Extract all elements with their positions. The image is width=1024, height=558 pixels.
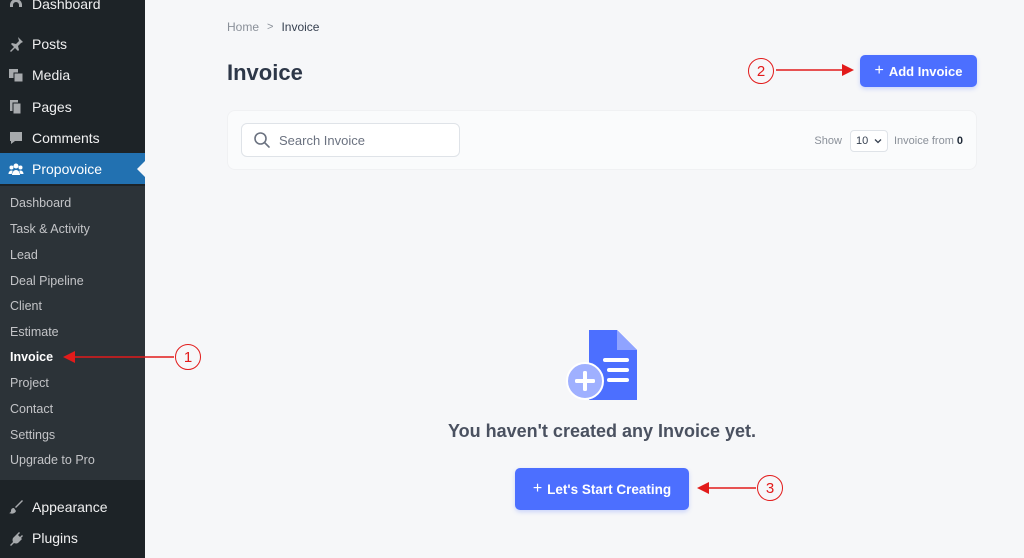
breadcrumb-separator: > <box>267 21 274 33</box>
filter-bar: Show 10 Invoice from 0 <box>227 110 977 170</box>
sidebar-item-label: Appearance <box>32 498 108 515</box>
search-icon <box>254 132 270 148</box>
search-box[interactable] <box>241 123 460 157</box>
dashboard-icon <box>7 0 25 13</box>
per-page-select[interactable]: 10 <box>849 130 888 152</box>
per-page-value: 10 <box>855 135 869 147</box>
breadcrumb: Home > Invoice <box>227 20 319 34</box>
sidebar-item-comments[interactable]: Comments <box>0 122 145 153</box>
empty-state-message: You haven't created any Invoice yet. <box>447 421 757 441</box>
submenu-item-upgrade[interactable]: Upgrade to Pro <box>10 451 95 469</box>
pages-icon <box>7 98 25 116</box>
submenu-item-contact[interactable]: Contact <box>10 400 53 418</box>
annotation-marker-1: 1 <box>175 344 201 370</box>
breadcrumb-current: Invoice <box>281 20 320 34</box>
submenu-item-dashboard[interactable]: Dashboard <box>10 194 71 212</box>
sidebar-item-label: Pages <box>32 98 72 115</box>
sidebar-item-label: Comments <box>32 129 100 146</box>
plugin-icon <box>7 529 25 547</box>
start-creating-label: Let's Start Creating <box>547 481 672 497</box>
sidebar-item-label: Plugins <box>32 529 78 546</box>
chevron-down-icon <box>874 139 882 144</box>
submenu-item-lead[interactable]: Lead <box>10 246 38 264</box>
add-invoice-label: Add Invoice <box>888 63 963 79</box>
brush-icon <box>7 498 25 516</box>
pagination-info: Show 10 Invoice from 0 <box>814 130 963 152</box>
sidebar-item-pages[interactable]: Pages <box>0 91 145 122</box>
plus-icon: + <box>532 480 543 497</box>
submenu-item-deal-pipeline[interactable]: Deal Pipeline <box>10 272 84 290</box>
sidebar-item-label: Propovoice <box>32 160 103 177</box>
submenu-item-settings[interactable]: Settings <box>10 426 55 444</box>
media-icon <box>7 66 25 84</box>
sidebar-item-appearance[interactable]: Appearance <box>0 491 145 522</box>
submenu-item-invoice[interactable]: Invoice <box>10 348 53 366</box>
pin-icon <box>7 35 25 53</box>
sidebar-item-plugins[interactable]: Plugins <box>0 522 145 553</box>
page-title: Invoice <box>227 60 303 85</box>
comment-icon <box>7 129 25 147</box>
search-input[interactable] <box>279 132 449 148</box>
groups-icon <box>7 160 25 178</box>
start-creating-button[interactable]: + Let's Start Creating <box>515 468 689 510</box>
sidebar-item-label: Dashboard <box>32 0 101 12</box>
breadcrumb-home[interactable]: Home <box>227 20 259 34</box>
add-invoice-button[interactable]: + Add Invoice <box>860 55 977 87</box>
active-menu-arrow <box>137 161 145 177</box>
invoice-from-label: Invoice from <box>893 135 954 147</box>
sidebar-item-posts[interactable]: Posts <box>0 28 145 59</box>
submenu-item-estimate[interactable]: Estimate <box>10 323 59 341</box>
sidebar-item-label: Posts <box>32 35 68 52</box>
annotation-marker-2: 2 <box>748 58 774 84</box>
plus-icon: + <box>874 62 884 79</box>
sidebar-item-dashboard[interactable]: Dashboard <box>0 0 145 19</box>
annotation-marker-3: 3 <box>757 475 783 501</box>
add-document-icon <box>566 330 637 400</box>
sidebar-item-label: Media <box>32 66 71 83</box>
show-label: Show <box>814 135 842 147</box>
sidebar-item-propovoice[interactable]: Propovoice <box>0 153 145 184</box>
submenu-item-client[interactable]: Client <box>10 297 42 315</box>
admin-sidebar: Dashboard Posts Media Pages Comments Pro… <box>0 0 145 558</box>
propovoice-submenu: Dashboard Task & Activity Lead Deal Pipe… <box>0 186 145 480</box>
sidebar-item-media[interactable]: Media <box>0 59 145 90</box>
submenu-item-project[interactable]: Project <box>10 374 49 392</box>
invoice-total-count: 0 <box>956 135 963 147</box>
submenu-item-task-activity[interactable]: Task & Activity <box>10 220 90 238</box>
